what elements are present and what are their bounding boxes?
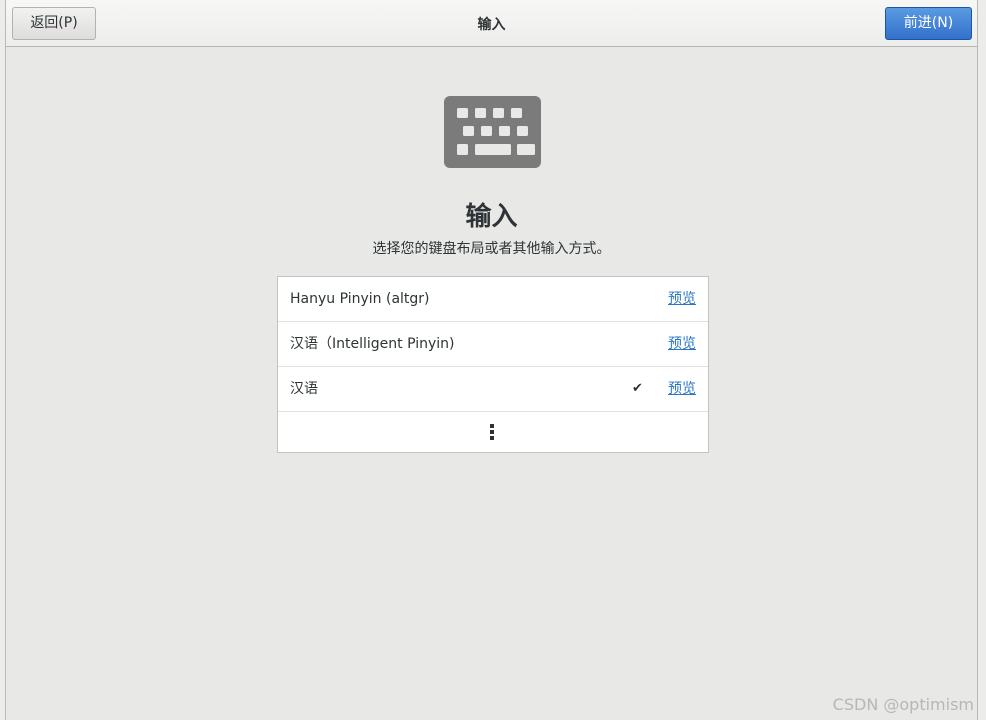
setup-window: 返回(P) 输入 前进(N) 输入 选择您的键盘布局或者其他输入方式。 Hany…	[5, 0, 978, 720]
preview-link[interactable]: 预览	[668, 367, 696, 411]
header-title: 输入	[477, 17, 506, 33]
header-bar: 返回(P) 输入 前进(N)	[6, 0, 977, 47]
checkmark-icon: ✔	[632, 381, 643, 396]
page-subtitle: 选择您的键盘布局或者其他输入方式。	[372, 241, 611, 257]
input-source-list: Hanyu Pinyin (altgr) 预览 汉语（Intelligent P…	[277, 276, 709, 453]
input-source-label: 汉语（Intelligent Pinyin)	[290, 336, 455, 352]
input-source-row[interactable]: Hanyu Pinyin (altgr) 预览	[278, 277, 708, 322]
input-source-label: Hanyu Pinyin (altgr)	[290, 291, 430, 307]
input-source-row-selected[interactable]: 汉语 ✔ 预览	[278, 367, 708, 412]
desktop-edge-right	[978, 0, 986, 720]
preview-link[interactable]: 预览	[668, 277, 696, 321]
input-source-label: 汉语	[290, 381, 318, 397]
keyboard-icon	[444, 96, 541, 168]
more-input-sources-button[interactable]	[278, 412, 708, 452]
more-vertical-icon	[490, 424, 494, 442]
preview-link[interactable]: 预览	[668, 322, 696, 366]
input-source-row[interactable]: 汉语（Intelligent Pinyin) 预览	[278, 322, 708, 367]
next-button[interactable]: 前进(N)	[885, 7, 972, 40]
watermark-text: CSDN @optimism	[832, 695, 974, 714]
page-title: 输入	[465, 202, 518, 232]
